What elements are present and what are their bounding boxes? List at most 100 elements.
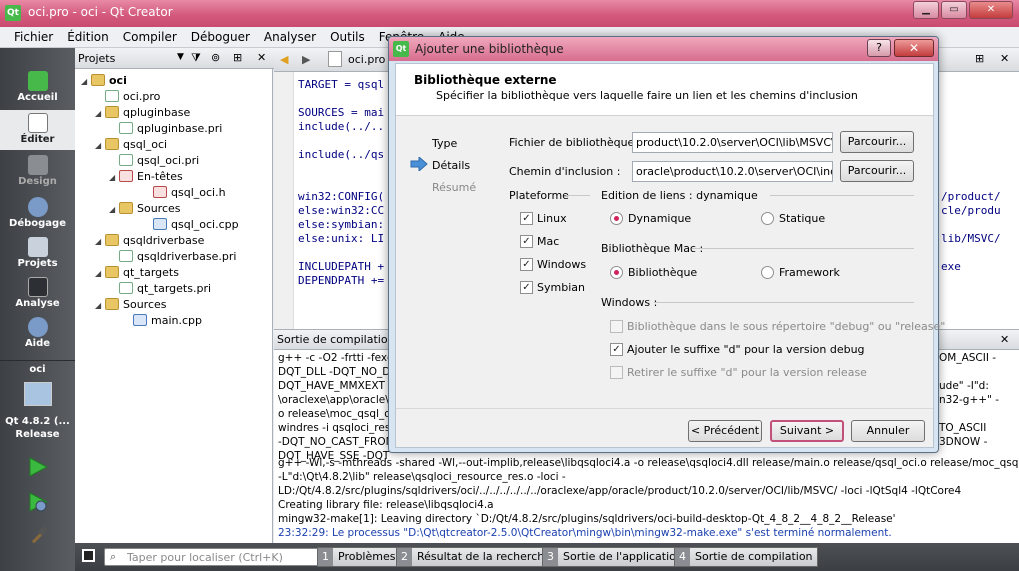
header-folder-icon [119,170,133,182]
output-line: \oraclexe\app\oracle\p [278,394,396,406]
debug-run-icon[interactable] [27,491,49,513]
windows-remove-suffix-checkbox[interactable] [610,366,623,379]
output-pane-app-output-button[interactable]: 3 Sortie de l'application [542,547,688,567]
editor-file-name[interactable]: oci.pro [348,53,385,66]
design-icon [27,155,48,175]
tree-item[interactable]: qsql_oci.h [153,185,226,201]
browse-include-button[interactable]: Parcourir... [840,160,914,182]
output-line: windres -i qsqloci_resou [278,422,404,434]
forward-arrow-icon[interactable]: ▶ [302,53,310,66]
tree-item[interactable]: oci.pro [105,89,160,105]
qt-logo-icon: Qt [5,5,21,21]
minimize-icon[interactable]: ▁ [913,1,939,19]
output-pane-search-button[interactable]: 2 Résultat de la recherche [396,547,556,567]
back-arrow-icon[interactable]: ◀ [280,53,288,66]
next-button[interactable]: Suivant > [770,420,844,442]
windows-subdir-label: Bibliothèque dans le sous répertoire "de… [627,320,946,333]
tree-item[interactable]: qsqldriverbase.pri [119,249,236,265]
title-bar: Qt oci.pro - oci - Qt Creator ▁ ▭ ✕ [0,0,1019,27]
pri-file-icon [119,154,133,166]
tree-item[interactable]: ◢ Sources [95,297,167,313]
tree-item[interactable]: ◢ En-têtes [109,169,183,185]
menu-build[interactable]: Compiler [116,27,184,47]
sync-link-icon[interactable]: ⊚ [211,51,220,64]
cancel-button[interactable]: Annuler [851,420,925,442]
run-icon[interactable] [27,456,49,478]
tree-item[interactable]: ◢ qpluginbase [95,105,190,121]
cpp-file-icon [133,314,147,326]
platform-symbian-label: Symbian [537,281,585,294]
windows-group-label: Windows : [601,296,658,309]
tree-item[interactable]: ◢ Sources [109,201,181,217]
mac-framework-radio[interactable] [761,266,774,279]
menu-edit[interactable]: Édition [60,27,116,47]
close-pane-icon[interactable]: ✕ [257,51,266,64]
close-editor-icon[interactable]: ✕ [1000,52,1009,65]
platform-windows-checkbox[interactable]: ✓ [520,258,533,271]
computer-icon[interactable] [24,382,52,406]
tree-item[interactable]: ◢ qsql_oci [95,137,167,153]
target-config[interactable]: Release [0,429,75,440]
filter-icon[interactable]: ⧩ [191,51,201,65]
menu-tools[interactable]: Outils [323,27,372,47]
tree-item[interactable]: ◢ qt_targets [95,265,179,281]
linking-dynamic-radio[interactable] [610,212,623,225]
mode-debug[interactable]: Débogage [0,194,75,234]
platform-mac-checkbox[interactable]: ✓ [520,235,533,248]
mode-welcome[interactable]: Accueil [0,68,75,108]
close-output-icon[interactable]: ✕ [1000,333,1009,346]
folder-icon [91,74,105,86]
close-icon[interactable]: ✕ [969,1,1013,19]
tree-item[interactable]: ◢ qsqldriverbase [95,233,204,249]
platform-group-label: Plateforme [509,189,569,202]
browse-library-button[interactable]: Parcourir... [840,131,914,153]
linking-dynamic-label: Dynamique [628,212,692,225]
edit-icon [27,113,48,133]
mac-library-radio[interactable] [610,266,623,279]
code-line: win32:CONFIG( [298,190,385,203]
platform-linux-checkbox[interactable]: ✓ [520,212,533,225]
menu-debug[interactable]: Déboguer [184,27,257,47]
tree-item[interactable]: qsql_oci.cpp [153,217,239,233]
output-line: g++ -c -O2 -frtti -fexc [278,352,393,364]
tree-item[interactable]: ◢ oci [81,73,127,89]
code-line: SOURCES = mai [298,106,385,119]
include-path-input[interactable]: oracle\product\10.2.0\server\OCI\include [632,161,833,182]
platform-symbian-checkbox[interactable]: ✓ [520,281,533,294]
split-icon[interactable]: ⊞ [233,51,242,64]
output-pane-compile-button[interactable]: 4 Sortie de compilation [674,547,818,567]
mode-edit[interactable]: Éditer [0,110,75,150]
mode-design[interactable]: Design [0,152,75,192]
maximize-icon[interactable]: ▭ [941,1,967,19]
menu-analyze[interactable]: Analyser [257,27,323,47]
close-icon[interactable]: ✕ [894,39,934,57]
output-line: Creating library file: release\libqsqloc… [278,499,494,511]
tree-item[interactable]: qsql_oci.pri [119,153,199,169]
help-icon[interactable]: ? [867,39,891,57]
linking-static-radio[interactable] [761,212,774,225]
target-kit[interactable]: Qt 4.8.2 (... [0,416,75,427]
tree-item[interactable]: qpluginbase.pri [119,121,222,137]
line-gutter [274,72,294,329]
windows-subdir-checkbox[interactable] [610,320,623,333]
code-fragment: cle/produ [941,204,1001,217]
toggle-sidebar-icon[interactable] [82,549,95,562]
tree-item[interactable]: main.cpp [133,313,202,329]
output-pane-problems-button[interactable]: 1 Problèmes [317,547,401,567]
build-hammer-icon[interactable] [27,526,49,548]
output-line-fragment: n32-g++" - [939,394,1000,406]
dropdown-arrow-icon[interactable]: ▼ [177,52,184,62]
compile-output-title: Sortie de compilation [277,333,395,346]
library-file-input[interactable]: product\10.2.0\server\OCI\lib\MSVC\oci.l… [632,132,833,153]
output-line-fragment: 3DNOW - [939,436,988,448]
tree-item[interactable]: qt_targets.pri [119,281,211,297]
back-button[interactable]: < Précédent [688,420,762,442]
menu-file[interactable]: Fichier [7,27,60,47]
platform-linux-label: Linux [537,212,567,225]
mode-projects[interactable]: Projets [0,234,75,274]
projects-icon [27,237,48,257]
windows-add-suffix-checkbox[interactable]: ✓ [610,343,623,356]
mode-analyze[interactable]: Analyse [0,274,75,314]
mode-help[interactable]: Aide [0,314,75,354]
split-icon[interactable]: ⊞ [975,52,984,65]
